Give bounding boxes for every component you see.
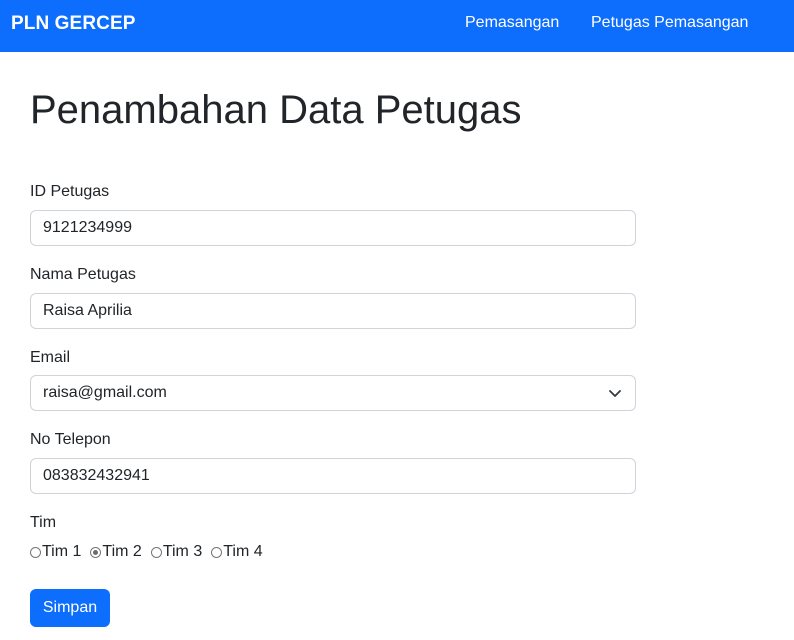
tim-label: Tim — [30, 514, 57, 531]
no-telepon-input[interactable]: 083832432941 — [30, 458, 636, 494]
radio-button[interactable] — [211, 546, 223, 558]
tim-option-2[interactable]: Tim 2 — [90, 543, 142, 561]
email-select[interactable]: raisa@gmail.com — [30, 375, 636, 411]
email-selected-value: raisa@gmail.com — [43, 384, 167, 401]
tim-option-3[interactable]: Tim 3 — [150, 543, 203, 561]
id-petugas-input[interactable]: 9121234999 — [30, 210, 636, 246]
email-label: Email — [30, 349, 71, 366]
tim-radio-group: Tim 1 Tim 2 Tim 3 Tim 4 — [30, 543, 272, 561]
tim-option-1[interactable]: Tim 1 — [30, 543, 81, 561]
no-telepon-label: No Telepon — [30, 431, 111, 448]
id-petugas-label: ID Petugas — [30, 183, 110, 200]
nama-petugas-label: Nama Petugas — [30, 266, 136, 283]
tim-option-label: Tim 1 — [42, 543, 82, 560]
tim-option-4[interactable]: Tim 4 — [211, 543, 263, 561]
simpan-button[interactable]: Simpan — [30, 589, 110, 627]
nama-petugas-value: Raisa Aprilia — [43, 302, 132, 319]
nama-petugas-input[interactable]: Raisa Aprilia — [30, 293, 636, 329]
nav-link-petugas-pemasangan[interactable]: Petugas Pemasangan — [591, 14, 748, 32]
navbar: PLN GERCEP Pemasangan Petugas Pemasangan — [0, 0, 794, 52]
id-petugas-value: 9121234999 — [43, 219, 132, 236]
nav-link-pemasangan[interactable]: Pemasangan — [465, 14, 559, 32]
tim-option-label: Tim 4 — [223, 543, 263, 560]
no-telepon-value: 083832432941 — [43, 467, 150, 484]
radio-button-checked[interactable] — [90, 546, 102, 558]
radio-button[interactable] — [150, 546, 162, 558]
brand-logo[interactable]: PLN GERCEP — [11, 13, 136, 35]
tim-option-label: Tim 3 — [162, 543, 203, 560]
tim-option-label: Tim 2 — [102, 543, 142, 560]
chevron-down-icon — [609, 390, 621, 397]
radio-button[interactable] — [30, 546, 41, 558]
page-title: Penambahan Data Petugas — [30, 88, 522, 132]
